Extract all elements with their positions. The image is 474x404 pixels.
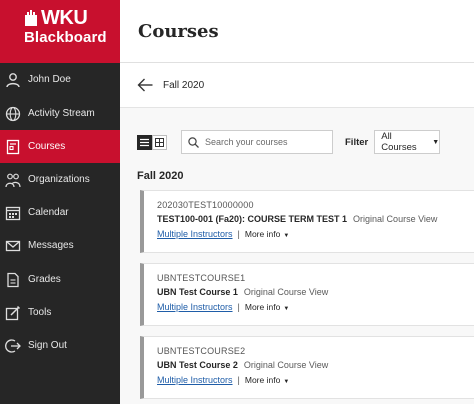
sidebar-item-label: Activity Stream [28, 108, 95, 119]
sidebar-item-label: Tools [28, 307, 52, 318]
course-card[interactable]: 202030TEST10000000 TEST100-001 (Fa20): C… [140, 190, 474, 253]
separator: | [237, 375, 240, 385]
globe-icon [5, 106, 21, 122]
term-label: Fall 2020 [163, 79, 205, 91]
page-title: Courses [138, 20, 219, 42]
envelope-icon [5, 238, 21, 254]
separator: | [237, 302, 240, 312]
grid-icon [155, 137, 164, 147]
sidebar-item-label: Sign Out [28, 340, 67, 351]
brand-blackboard-text: Blackboard [24, 29, 107, 46]
view-toggle [137, 134, 167, 150]
course-toolbar: Filter All Courses ▼ [137, 129, 474, 155]
list-view-button[interactable] [137, 134, 152, 150]
tools-icon [5, 305, 21, 321]
sidebar-item-label: Organizations [28, 174, 90, 185]
sidebar-item-messages[interactable]: Messages [0, 229, 120, 262]
more-info-label: More info [244, 229, 281, 239]
course-id: UBNTESTCOURSE1 [157, 273, 246, 283]
course-id: UBNTESTCOURSE2 [157, 346, 246, 356]
sign-out-icon [5, 338, 21, 354]
search-icon [188, 136, 199, 148]
course-view-type: Original Course View [243, 360, 329, 370]
wku-crest-icon [25, 10, 37, 26]
user-icon [5, 72, 21, 88]
more-info-toggle[interactable]: More info ▼ [245, 229, 289, 239]
sidebar-item-label: John Doe [28, 74, 71, 85]
sidebar-item-label: Courses [28, 141, 66, 152]
sidebar-item-courses[interactable]: Courses [0, 130, 120, 163]
filter-value: All Courses [381, 131, 417, 153]
sidebar-item-organizations[interactable]: Organizations [0, 163, 120, 196]
sidebar-item-label: Grades [28, 274, 61, 285]
instructors-link[interactable]: Multiple Instructors [157, 375, 233, 385]
course-card[interactable]: UBNTESTCOURSE2 UBN Test Course 2 Original… [140, 336, 474, 399]
back-arrow-icon[interactable] [137, 78, 153, 92]
sidebar-item-sign-out[interactable]: Sign Out [0, 329, 120, 362]
more-info-toggle[interactable]: More info ▼ [245, 375, 289, 385]
chevron-down-icon: ▼ [432, 138, 440, 146]
filter-label: Filter [345, 136, 369, 148]
more-info-label: More info [244, 302, 281, 312]
more-info-label: More info [244, 375, 281, 385]
list-icon [140, 138, 149, 146]
search-box [181, 130, 333, 154]
course-name-link[interactable]: UBN Test Course 1 [157, 287, 238, 297]
sidebar-item-grades[interactable]: Grades [0, 263, 120, 296]
main-content: Courses Fall 2020 Filter All Courses ▼ F… [120, 0, 474, 404]
course-card[interactable]: UBNTESTCOURSE1 UBN Test Course 1 Original… [140, 263, 474, 326]
sidebar-item-activity-stream[interactable]: Activity Stream [0, 97, 120, 130]
course-view-type: Original Course View [243, 287, 329, 297]
organizations-icon [5, 172, 21, 188]
instructors-link[interactable]: Multiple Instructors [157, 229, 233, 239]
grades-icon [5, 272, 21, 288]
course-view-type: Original Course View [353, 214, 438, 224]
term-bar: Fall 2020 [120, 63, 474, 108]
page-header: Courses [120, 0, 474, 63]
brand-wku-text: WKU [41, 7, 88, 29]
course-name-link[interactable]: UBN Test Course 2 [157, 360, 238, 370]
sidebar-item-calendar[interactable]: Calendar [0, 196, 120, 229]
more-info-toggle[interactable]: More info ▼ [245, 302, 289, 312]
sidebar-item-tools[interactable]: Tools [0, 296, 120, 329]
search-input[interactable] [205, 137, 325, 147]
chevron-down-icon: ▼ [283, 379, 290, 385]
instructors-link[interactable]: Multiple Instructors [157, 302, 233, 312]
chevron-down-icon: ▼ [283, 306, 290, 312]
separator: | [237, 229, 240, 239]
term-section-heading: Fall 2020 [137, 170, 184, 182]
wku-blackboard-logo[interactable]: WKU Blackboard [0, 0, 120, 63]
course-name-link[interactable]: TEST100-001 (Fa20): COURSE TERM TEST 1 [157, 214, 347, 224]
sidebar: WKU Blackboard John Doe Activity Stream … [0, 0, 120, 404]
filter-dropdown[interactable]: All Courses ▼ [374, 130, 441, 154]
sidebar-item-label: Messages [28, 240, 74, 251]
courses-icon [5, 139, 21, 155]
course-id: 202030TEST10000000 [157, 200, 254, 210]
chevron-down-icon: ▼ [283, 233, 290, 239]
grid-view-button[interactable] [152, 134, 167, 150]
sidebar-item-label: Calendar [28, 207, 69, 218]
calendar-icon [5, 205, 21, 221]
sidebar-item-profile[interactable]: John Doe [0, 63, 120, 96]
